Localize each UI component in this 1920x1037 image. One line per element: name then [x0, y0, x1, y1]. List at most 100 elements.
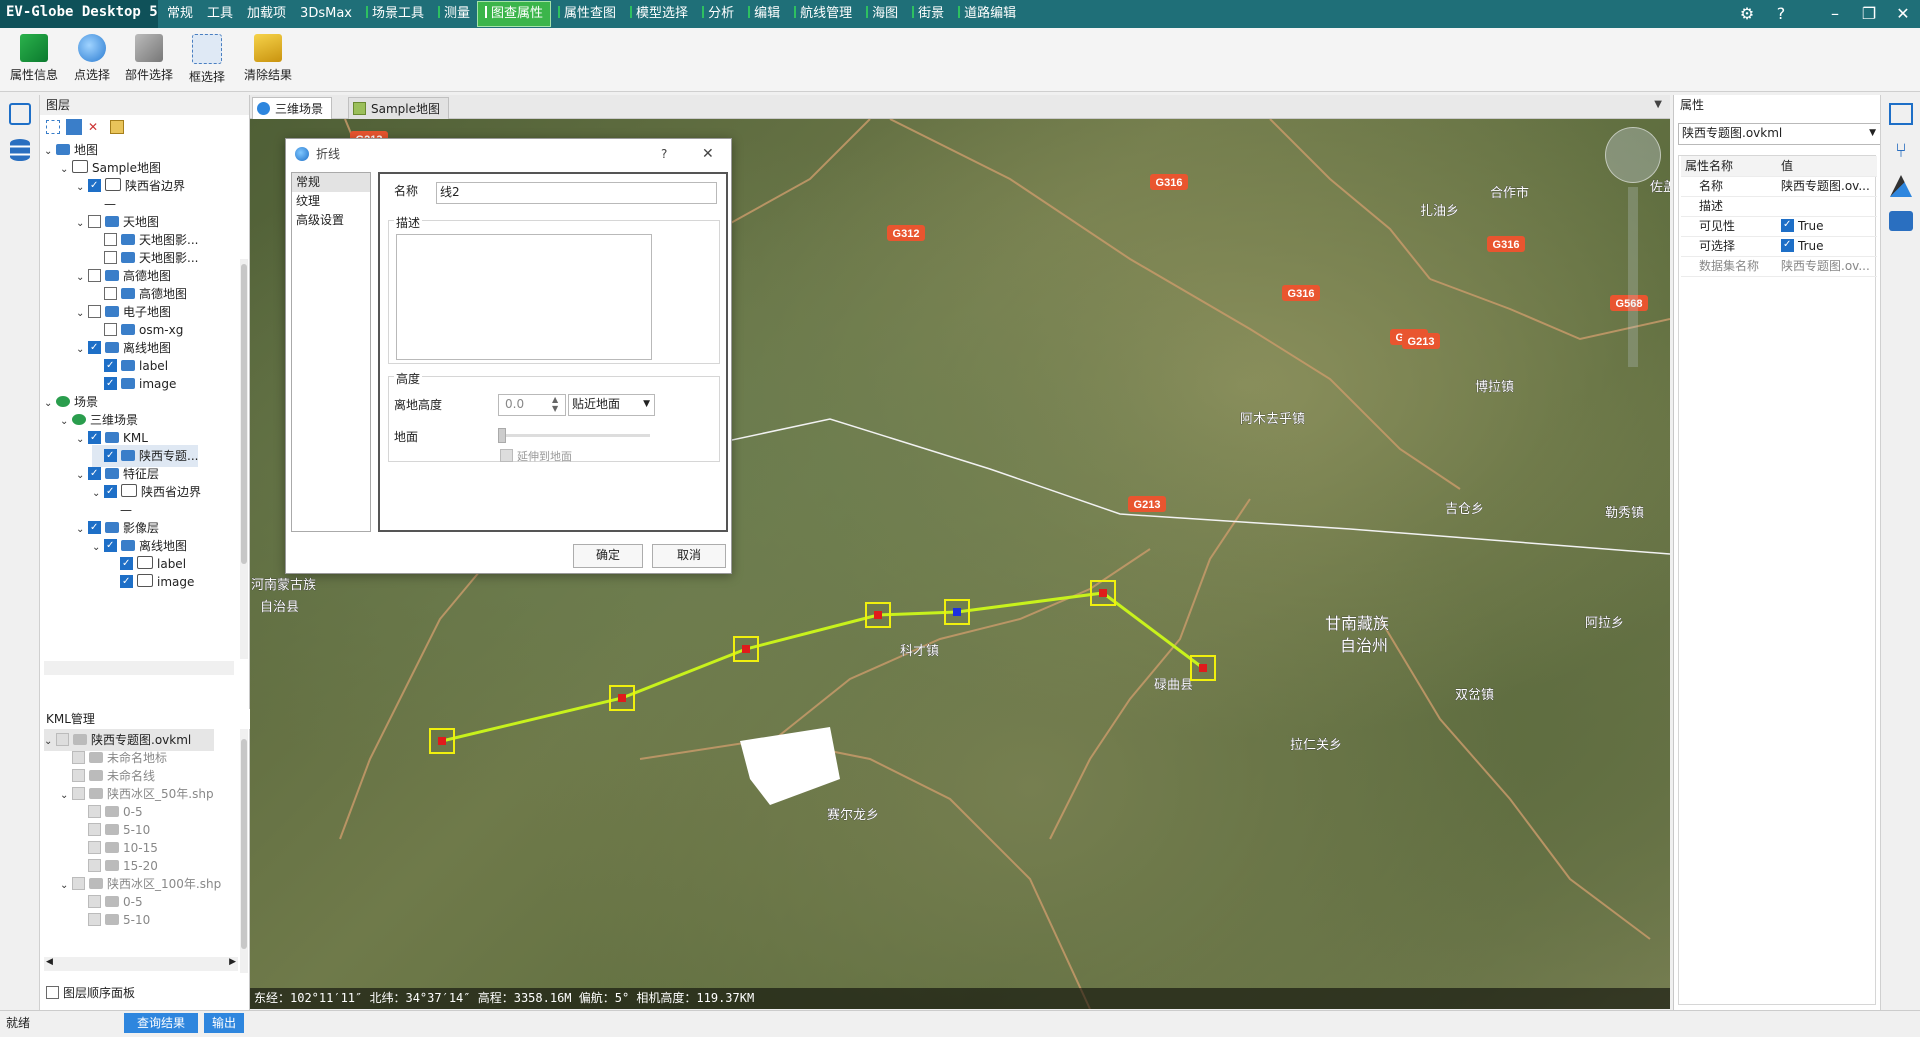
dialog-nav-general[interactable]: 常规 — [292, 173, 370, 192]
kml-visibility-checkbox[interactable] — [88, 859, 101, 872]
road-icon[interactable] — [1890, 175, 1912, 197]
properties-object-select[interactable]: 陕西专题图.ovkml ▼ — [1678, 123, 1881, 145]
vehicle-icon[interactable] — [1889, 211, 1913, 231]
dialog-nav-advanced[interactable]: 高级设置 — [292, 211, 370, 230]
menu-item-sea-chart[interactable]: 海图 — [859, 2, 905, 26]
kml-visibility-checkbox[interactable] — [88, 841, 101, 854]
layer-visibility-checkbox[interactable] — [88, 305, 101, 318]
add-layer-icon[interactable] — [66, 119, 82, 135]
name-input[interactable]: 线2 — [436, 182, 717, 204]
branch-icon[interactable]: ⑂ — [1890, 139, 1912, 161]
kml-visibility-checkbox[interactable] — [56, 733, 69, 746]
layer-visibility-checkbox[interactable] — [120, 553, 133, 575]
layer-visibility-checkbox[interactable] — [88, 337, 101, 359]
layer-visibility-checkbox[interactable] — [104, 355, 117, 377]
tab-sample-map[interactable]: Sample地图 — [348, 97, 449, 120]
help-button[interactable]: ? — [1764, 0, 1798, 28]
kml-visibility-checkbox[interactable] — [72, 877, 85, 890]
menu-item-edit[interactable]: 编辑 — [741, 2, 787, 26]
layer-visibility-checkbox[interactable] — [88, 175, 101, 197]
property-row[interactable]: 数据集名称 陕西专题图.ov... — [1681, 256, 1877, 277]
altitude-mode-select[interactable]: 贴近地面 ▼ — [568, 394, 655, 416]
cancel-button[interactable]: 取消 — [652, 544, 726, 568]
expand-icon[interactable]: ⌄ — [76, 339, 88, 361]
tab-output[interactable]: 输出 — [204, 1013, 244, 1033]
layer-visibility-checkbox[interactable] — [88, 269, 101, 282]
kml-tree-scrollbar-thumb[interactable] — [241, 739, 247, 949]
expand-icon[interactable]: ⌄ — [76, 465, 88, 487]
expand-icon[interactable]: ⌄ — [44, 731, 56, 753]
close-icon[interactable]: ✕ — [1886, 0, 1920, 28]
layer-visibility-checkbox[interactable] — [104, 323, 117, 336]
expand-icon[interactable]: ⌄ — [76, 177, 88, 199]
menu-item-analysis[interactable]: 分析 — [695, 2, 741, 26]
attribute-info-button[interactable]: 属性信息 — [8, 34, 60, 83]
layer-tree-item[interactable]: image — [92, 373, 176, 395]
dialog-nav-texture[interactable]: 纹理 — [292, 192, 370, 211]
menu-item-addons[interactable]: 加载项 — [240, 2, 293, 26]
expand-icon[interactable]: ⌄ — [44, 393, 56, 415]
menu-item-route-manage[interactable]: 航线管理 — [787, 2, 859, 26]
kml-visibility-checkbox[interactable] — [88, 823, 101, 836]
menu-item-road-edit[interactable]: 道路编辑 — [951, 2, 1023, 26]
kml-tree-scrollbar[interactable] — [240, 729, 248, 973]
layer-visibility-checkbox[interactable] — [88, 463, 101, 485]
kml-visibility-checkbox[interactable] — [88, 913, 101, 926]
altitude-spinner-icon[interactable]: ▲ ▼ — [552, 395, 558, 413]
ok-button[interactable]: 确定 — [573, 544, 643, 568]
extend-to-ground-option[interactable]: 延伸到地面 — [500, 448, 572, 464]
ground-slider[interactable] — [498, 428, 650, 443]
expand-icon[interactable]: ⌄ — [76, 429, 88, 451]
menu-item-map-query-attr[interactable]: 图查属性 — [477, 1, 552, 27]
menu-item-attr-query-map[interactable]: 属性查图 — [551, 2, 623, 26]
kml-tree-hscroll[interactable]: ◀ ▶ — [44, 957, 238, 971]
property-checkbox[interactable] — [1781, 236, 1794, 255]
extend-to-ground-checkbox[interactable] — [500, 449, 513, 462]
menu-item-3dsmax[interactable]: 3DsMax — [293, 2, 359, 26]
menu-item-measure[interactable]: 测量 — [431, 2, 477, 26]
menu-item-tools[interactable]: 工具 — [200, 2, 240, 26]
expand-icon[interactable]: ⌄ — [76, 213, 88, 235]
expand-icon[interactable]: ⌄ — [76, 519, 88, 541]
layer-view-icon[interactable] — [9, 103, 31, 125]
compass-icon[interactable] — [1605, 127, 1661, 183]
scroll-left-icon[interactable]: ◀ — [46, 957, 53, 967]
layer-order-checkbox[interactable] — [46, 986, 59, 999]
dialog-help-button[interactable]: ? — [661, 139, 667, 169]
layer-tree-item[interactable]: image — [108, 571, 194, 593]
tab-query-results[interactable]: 查询结果 — [124, 1013, 198, 1033]
ground-slider-thumb[interactable] — [498, 428, 506, 443]
expand-icon[interactable]: ⌄ — [60, 785, 72, 807]
menu-item-scene-tools[interactable]: 场景工具 — [359, 2, 431, 26]
menu-item-street-view[interactable]: 街景 — [905, 2, 951, 26]
layer-visibility-checkbox[interactable] — [88, 427, 101, 449]
layer-visibility-checkbox[interactable] — [104, 445, 117, 467]
expand-icon[interactable]: ⌄ — [60, 411, 72, 433]
part-select-button[interactable]: 部件选择 — [122, 34, 176, 83]
restore-icon[interactable]: ❐ — [1852, 0, 1886, 28]
tab-dropdown-icon[interactable]: ▼ — [1654, 99, 1662, 110]
description-textarea[interactable] — [396, 234, 652, 360]
remove-layer-icon[interactable]: ✕ — [88, 120, 102, 134]
property-checkbox[interactable] — [1781, 216, 1794, 235]
point-select-button[interactable]: 点选择 — [68, 34, 116, 83]
property-row[interactable]: 可选择True — [1681, 236, 1877, 257]
expand-icon[interactable]: ⌄ — [76, 267, 88, 289]
layer-visibility-checkbox[interactable] — [88, 517, 101, 539]
properties-view-icon[interactable] — [1889, 103, 1913, 125]
scroll-right-icon[interactable]: ▶ — [229, 957, 236, 967]
layer-visibility-checkbox[interactable] — [120, 571, 133, 593]
database-icon[interactable] — [10, 139, 30, 161]
layer-visibility-checkbox[interactable] — [104, 251, 117, 264]
property-row[interactable]: 可见性True — [1681, 216, 1877, 237]
dialog-close-icon[interactable]: ✕ — [702, 139, 714, 169]
properties-icon[interactable] — [110, 120, 124, 134]
property-row[interactable]: 描述 — [1681, 196, 1877, 217]
layer-tree-hscroll[interactable] — [44, 661, 234, 675]
layer-visibility-checkbox[interactable] — [104, 535, 117, 557]
expand-icon[interactable]: ⌄ — [76, 303, 88, 325]
box-select-button[interactable]: 框选择 — [184, 34, 230, 85]
kml-tree-item[interactable]: 5-10 — [76, 909, 150, 931]
gear-icon[interactable]: ⚙ — [1730, 0, 1764, 28]
expand-icon[interactable]: ⌄ — [60, 159, 72, 181]
